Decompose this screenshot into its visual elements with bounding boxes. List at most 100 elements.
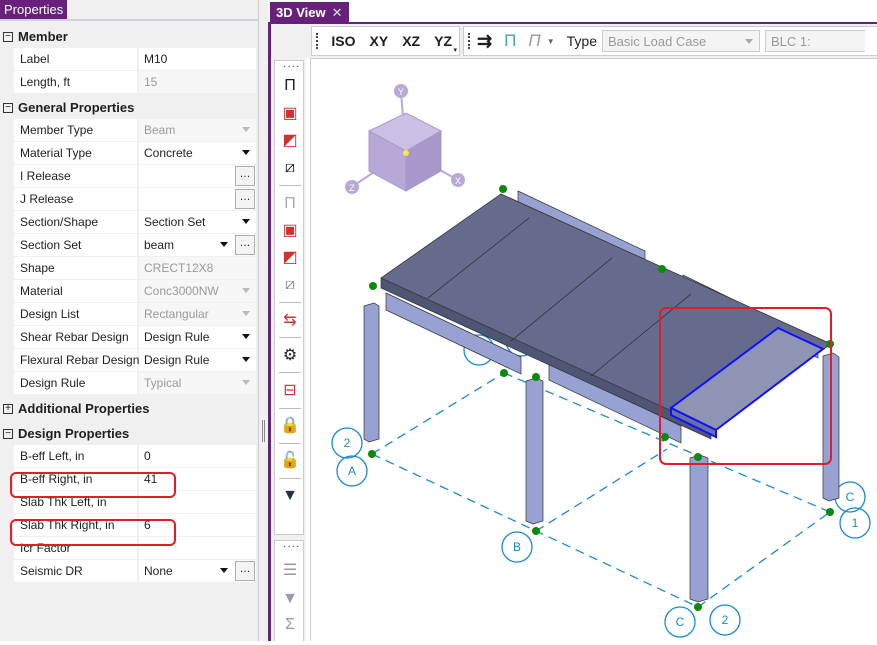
collapse-icon[interactable]: −: [3, 103, 13, 113]
chevron-down-icon[interactable]: [220, 568, 228, 573]
ellipsis-button[interactable]: …: [235, 561, 255, 581]
load-type-select[interactable]: Basic Load Case: [602, 30, 760, 52]
xz-view-button[interactable]: XZ: [402, 33, 420, 49]
column[interactable]: [526, 378, 543, 524]
property-value[interactable]: Section Set: [139, 211, 256, 233]
model-canvas[interactable]: Y X Z 2ABC2C11A: [310, 58, 877, 641]
node[interactable]: [694, 453, 702, 461]
property-value[interactable]: beam…: [139, 234, 256, 256]
collapse-icon[interactable]: −: [3, 32, 13, 42]
property-label: I Release: [14, 165, 139, 187]
divider: [279, 302, 301, 303]
node[interactable]: [369, 282, 377, 290]
line-select-icon[interactable]: ⧄: [280, 158, 300, 178]
property-row: J Release…: [14, 188, 256, 211]
section-header[interactable]: −Member: [0, 25, 256, 48]
box-select-icon[interactable]: ▣: [280, 104, 300, 124]
node[interactable]: [500, 369, 508, 377]
chevron-down-icon: [745, 39, 753, 44]
chevron-down-icon[interactable]: [220, 242, 228, 247]
property-label: Shear Rebar Design: [14, 326, 139, 348]
load-type-value: Basic Load Case: [608, 34, 706, 49]
polygon-select-icon[interactable]: ◩: [280, 131, 300, 151]
xy-view-button[interactable]: XY: [370, 33, 389, 49]
load-options-icon[interactable]: Π: [528, 31, 540, 51]
grip-icon[interactable]: ····: [283, 61, 300, 72]
unlock-view-icon[interactable]: 🔓: [280, 451, 300, 471]
property-row: Shear Rebar DesignDesign Rule: [14, 326, 256, 349]
expand-icon[interactable]: +: [3, 404, 13, 414]
ellipsis-button[interactable]: …: [235, 166, 255, 186]
ellipsis-button[interactable]: …: [235, 189, 255, 209]
property-label: Design List: [14, 303, 139, 325]
chevron-down-icon[interactable]: ▼: [547, 37, 555, 46]
splitter-grip[interactable]: [262, 420, 265, 442]
node[interactable]: [826, 508, 834, 516]
node[interactable]: [694, 603, 702, 611]
node[interactable]: [368, 450, 376, 458]
line-unselect-icon[interactable]: ⧄: [280, 275, 300, 295]
sum-icon[interactable]: Σ: [280, 615, 300, 635]
section-header[interactable]: −Design Properties: [0, 422, 256, 445]
select-all-icon[interactable]: Π: [280, 76, 300, 96]
grip-icon[interactable]: [316, 33, 318, 49]
close-icon[interactable]: ✕: [332, 5, 343, 20]
node[interactable]: [661, 433, 669, 441]
panel-splitter[interactable]: [259, 0, 268, 641]
section-title: Member: [18, 29, 68, 44]
property-value[interactable]: Design Rule: [139, 326, 256, 348]
node[interactable]: [532, 373, 540, 381]
node[interactable]: [658, 265, 666, 273]
collapse-icon[interactable]: −: [3, 429, 13, 439]
grip-icon[interactable]: ····: [283, 541, 300, 552]
orientation-cube[interactable]: Y X Z: [345, 84, 465, 194]
tab-label: 3D View: [276, 5, 326, 20]
property-value[interactable]: Concrete: [139, 142, 256, 164]
filter-icon[interactable]: ▼: [280, 486, 300, 506]
property-value[interactable]: 0: [139, 445, 256, 467]
property-value: Conc3000NW: [139, 280, 256, 302]
3d-model[interactable]: Y X Z 2ABC2C11A: [311, 59, 877, 642]
chevron-down-icon[interactable]: [242, 127, 250, 132]
property-value[interactable]: M10: [139, 48, 256, 70]
save-selection-icon[interactable]: ⊟: [280, 381, 300, 401]
chevron-down-icon[interactable]: [242, 288, 250, 293]
ellipsis-button[interactable]: …: [235, 235, 255, 255]
grip-icon[interactable]: [468, 33, 471, 49]
load-display-icon[interactable]: ⇉: [477, 31, 492, 52]
tab-properties[interactable]: Properties: [0, 0, 67, 20]
chevron-down-icon[interactable]: [242, 219, 250, 224]
box-unselect-icon[interactable]: ▣: [280, 221, 300, 241]
property-label: B-eff Left, in: [14, 445, 139, 467]
property-value[interactable]: …: [139, 188, 256, 210]
invert-selection-icon[interactable]: ⇆: [280, 311, 300, 331]
chevron-down-icon[interactable]: [242, 334, 250, 339]
column[interactable]: [690, 455, 708, 602]
unselect-all-icon[interactable]: Π: [280, 194, 300, 214]
property-value[interactable]: None…: [139, 560, 256, 582]
chevron-down-icon[interactable]: [242, 380, 250, 385]
section-header[interactable]: −General Properties: [0, 96, 256, 119]
column[interactable]: [364, 303, 379, 442]
chevron-down-icon[interactable]: [242, 311, 250, 316]
polygon-unselect-icon[interactable]: ◩: [280, 248, 300, 268]
load-case-select[interactable]: BLC 1:: [765, 30, 865, 52]
tab-3d-view[interactable]: 3D View ✕: [270, 2, 349, 23]
yz-view-button[interactable]: YZ: [434, 33, 452, 49]
section-header[interactable]: +Additional Properties: [0, 397, 256, 420]
chevron-down-icon[interactable]: [242, 357, 250, 362]
property-value[interactable]: Design Rule: [139, 349, 256, 371]
chevron-down-icon[interactable]: [242, 150, 250, 155]
frame-load-icon[interactable]: Π: [504, 31, 516, 51]
property-value[interactable]: …: [139, 165, 256, 187]
lock-icon[interactable]: 🔒: [280, 416, 300, 436]
clear-filter-icon[interactable]: ▼: [280, 589, 300, 609]
overflow-icon[interactable]: ▾: [453, 46, 457, 54]
criteria-select-icon[interactable]: ⚙: [280, 346, 300, 366]
node[interactable]: [532, 527, 540, 535]
grid-line-c: [698, 512, 830, 607]
node[interactable]: [499, 185, 507, 193]
iso-view-button[interactable]: ISO: [331, 33, 355, 49]
property-value: CRECT12X8: [139, 257, 256, 279]
report-icon[interactable]: ☰: [280, 561, 300, 581]
